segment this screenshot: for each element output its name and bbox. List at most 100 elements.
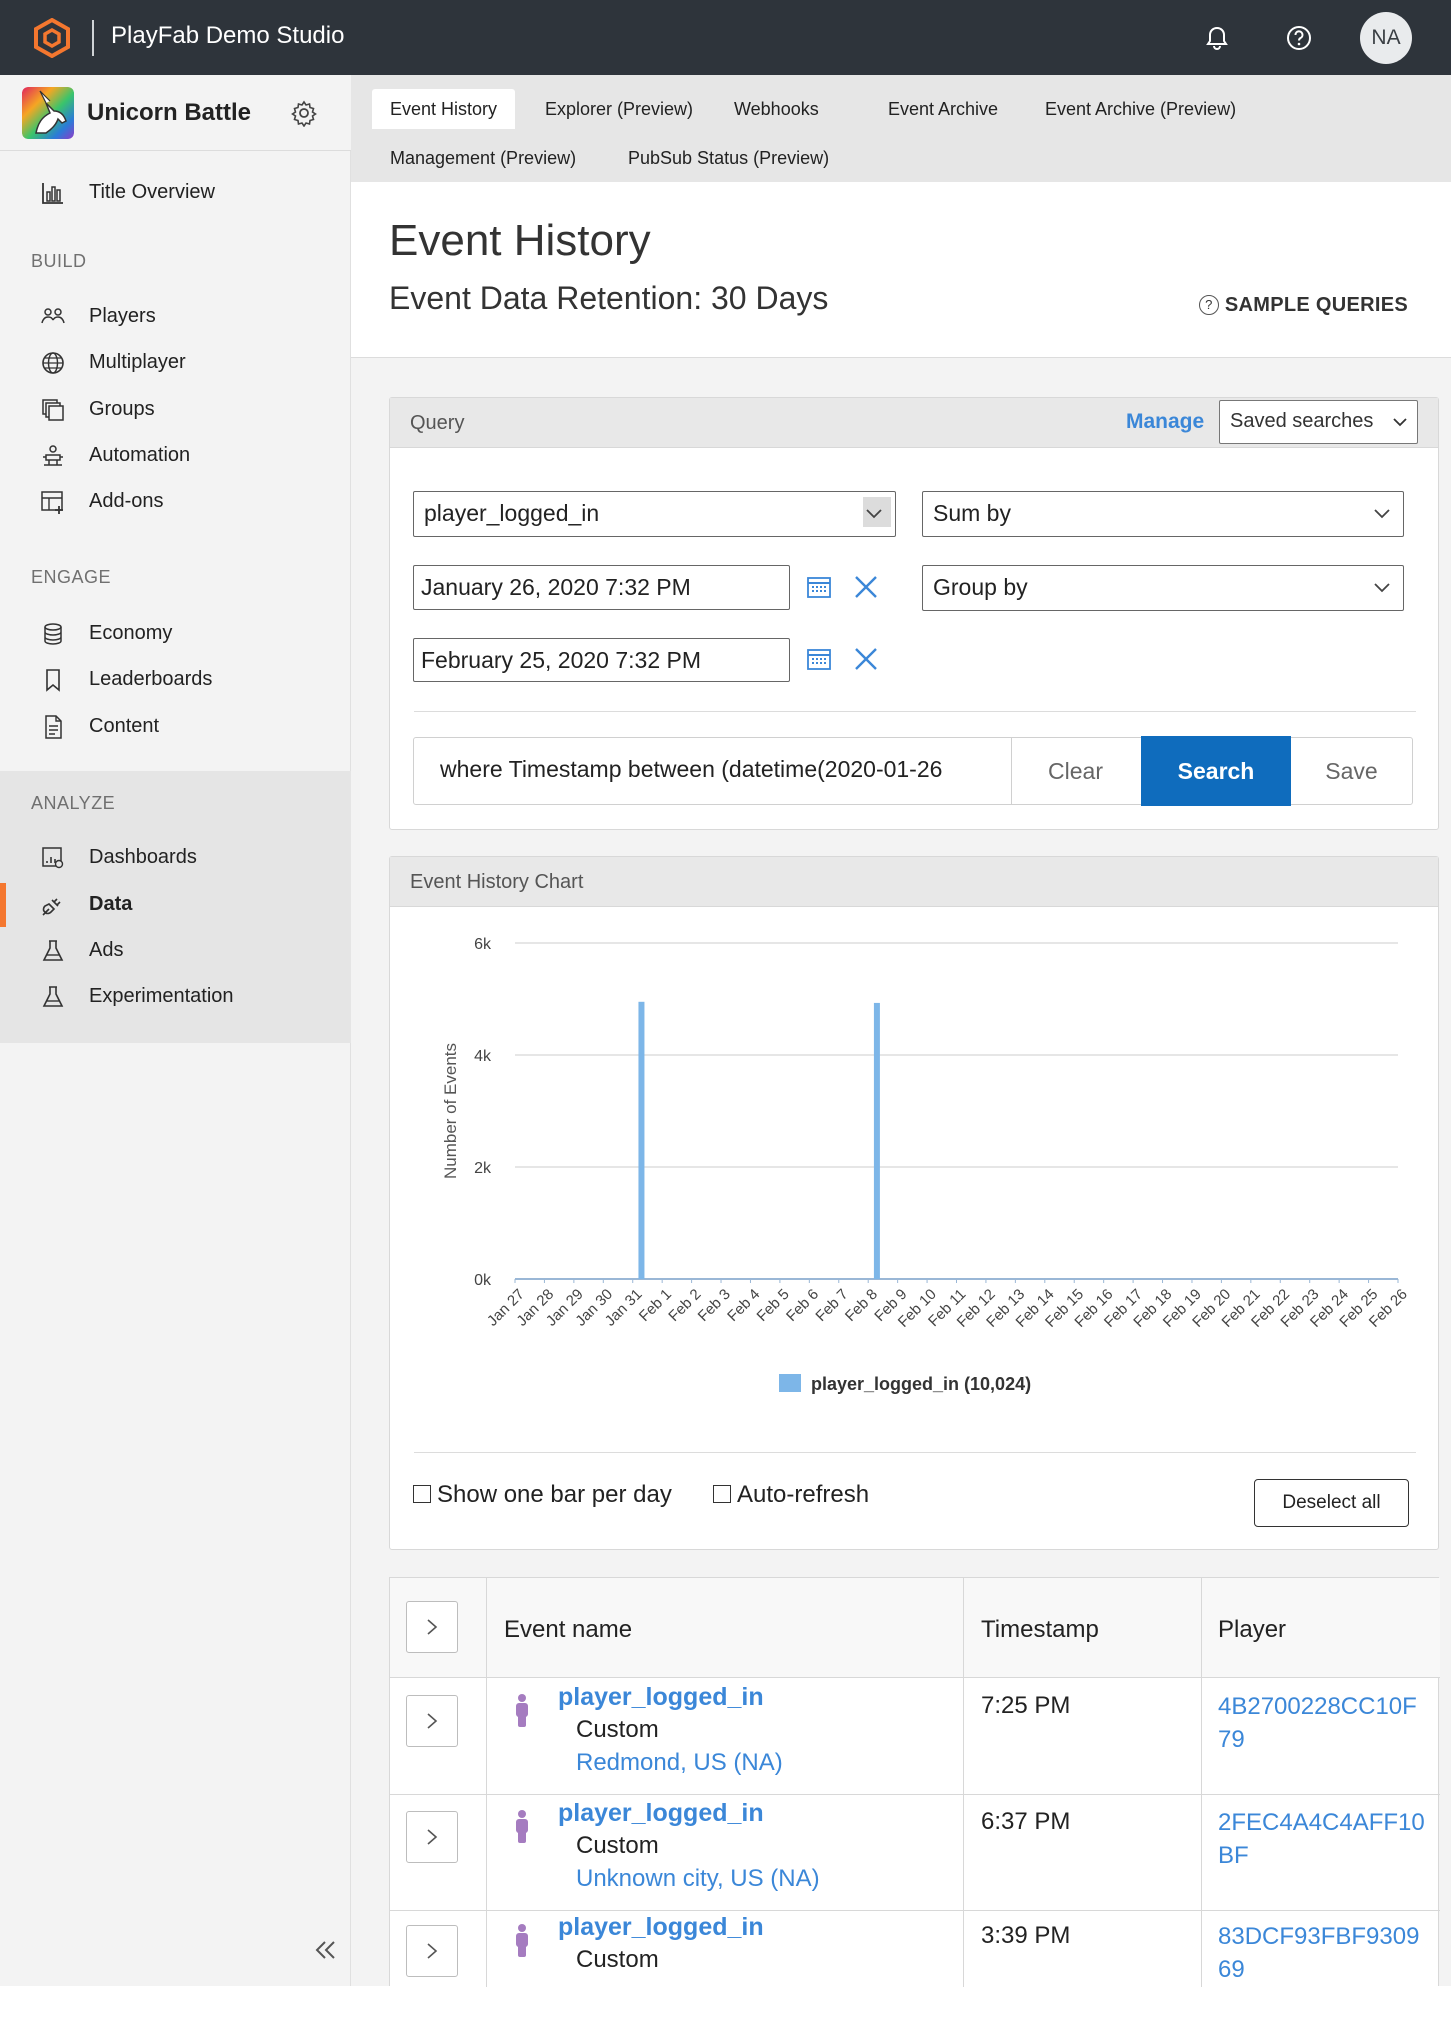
- collapse-sidebar-icon[interactable]: [310, 1935, 340, 1965]
- event-location-link[interactable]: Redmond, US (NA): [576, 1749, 783, 1777]
- tab-pubsub-status-preview[interactable]: PubSub Status (Preview): [610, 138, 847, 178]
- query-divider: [414, 711, 1416, 712]
- sidebar-item-label: Data: [89, 893, 133, 915]
- query-bar: where Timestamp between (datetime(2020-0…: [413, 736, 1413, 806]
- tab-event-archive[interactable]: Event Archive: [870, 89, 1016, 129]
- saved-searches-select[interactable]: Saved searches: [1219, 400, 1418, 444]
- sidebar-item-title-overview[interactable]: Title Overview: [0, 171, 351, 215]
- group-by-label: Group by: [933, 574, 1028, 600]
- calendar-icon[interactable]: [805, 573, 833, 601]
- player-id-link[interactable]: 2FEC4A4C4AFF10BF: [1218, 1806, 1428, 1872]
- event-location-link[interactable]: Unknown city, US (NA): [576, 1865, 820, 1893]
- gear-icon[interactable]: [290, 99, 318, 127]
- sum-by-select[interactable]: Sum by: [922, 491, 1404, 537]
- playfab-logo-icon[interactable]: [32, 18, 72, 58]
- event-timestamp: 3:39 PM: [981, 1922, 1071, 1949]
- auto-refresh-checkbox[interactable]: Auto-refresh: [713, 1481, 869, 1509]
- expand-row-button[interactable]: [406, 1695, 458, 1747]
- sidebar-item-label: Dashboards: [89, 846, 197, 868]
- show-one-bar-checkbox[interactable]: Show one bar per day: [413, 1481, 672, 1509]
- tab-event-archive-preview[interactable]: Event Archive (Preview): [1027, 89, 1254, 129]
- retention-text: Event Data Retention: 30 Days: [389, 280, 829, 316]
- page-header: Event History Event Data Retention: 30 D…: [351, 182, 1451, 358]
- expand-row-button[interactable]: [406, 1925, 458, 1977]
- globe-icon: [42, 352, 64, 374]
- group-by-select[interactable]: Group by: [922, 565, 1404, 611]
- checkbox-box[interactable]: [713, 1485, 731, 1503]
- section-analyze-label: ANALYZE: [31, 793, 116, 813]
- chevron-down-icon: [1374, 509, 1390, 519]
- start-date-input[interactable]: January 26, 2020 7:32 PM: [413, 565, 790, 610]
- start-date-value: January 26, 2020 7:32 PM: [421, 574, 691, 600]
- sidebar-item-players[interactable]: Players: [0, 295, 351, 339]
- document-icon: [45, 715, 62, 739]
- table-row: player_logged_in Custom Redmond, US (NA)…: [390, 1679, 1440, 1795]
- sidebar-item-add-ons[interactable]: Add-ons: [0, 480, 351, 524]
- tab-event-history[interactable]: Event History: [372, 89, 516, 129]
- player-id-link[interactable]: 4B2700228CC10F79: [1218, 1690, 1428, 1756]
- sidebar-item-dashboards[interactable]: Dashboards: [0, 836, 351, 880]
- sidebar-item-data[interactable]: Data: [0, 883, 351, 927]
- bell-icon[interactable]: [1201, 22, 1233, 54]
- tab-webhooks[interactable]: Webhooks: [716, 89, 837, 129]
- unicorn-battle-logo-icon[interactable]: [22, 87, 74, 139]
- header-player[interactable]: Player: [1218, 1616, 1286, 1644]
- clear-end-date-icon[interactable]: [852, 645, 880, 673]
- studio-name[interactable]: PlayFab Demo Studio: [111, 22, 344, 50]
- event-name-value: player_logged_in: [424, 500, 600, 526]
- sum-by-label: Sum by: [933, 500, 1011, 526]
- tab-management-preview[interactable]: Management (Preview): [372, 138, 594, 178]
- event-name-select[interactable]: player_logged_in: [413, 491, 896, 537]
- sidebar-item-economy[interactable]: Economy: [0, 612, 351, 656]
- plug-icon: [42, 898, 61, 916]
- user-avatar[interactable]: NA: [1360, 12, 1412, 64]
- sidebar-item-label: Title Overview: [89, 181, 215, 203]
- sidebar-item-experimentation[interactable]: Experimentation: [0, 975, 351, 1019]
- end-date-input[interactable]: February 25, 2020 7:32 PM: [413, 638, 790, 682]
- clear-button[interactable]: Clear: [1011, 738, 1139, 804]
- sidebar-item-multiplayer[interactable]: Multiplayer: [0, 341, 351, 385]
- sidebar-item-label: Experimentation: [89, 985, 234, 1007]
- sidebar-item-groups[interactable]: Groups: [0, 388, 351, 432]
- clear-start-date-icon[interactable]: [852, 573, 880, 601]
- sidebar-item-label: Content: [89, 715, 160, 737]
- person-icon: [516, 1924, 528, 1957]
- section-build-label: BUILD: [31, 251, 87, 271]
- groups-icon: [42, 399, 64, 421]
- sidebar-item-automation[interactable]: Automation: [0, 434, 351, 478]
- expand-all-button[interactable]: [406, 1601, 458, 1653]
- save-button[interactable]: Save: [1291, 738, 1412, 804]
- tab-explorer-preview[interactable]: Explorer (Preview): [527, 89, 711, 129]
- chevron-right-icon: [427, 1619, 438, 1635]
- sidebar-item-label: Leaderboards: [89, 668, 213, 690]
- event-name-link[interactable]: player_logged_in: [558, 1799, 764, 1828]
- flask-icon: [42, 940, 64, 961]
- sample-queries-label: SAMPLE QUERIES: [1224, 294, 1408, 316]
- checkbox-box[interactable]: [413, 1485, 431, 1503]
- event-name-link[interactable]: player_logged_in: [558, 1683, 764, 1712]
- sidebar-item-leaderboards[interactable]: Leaderboards: [0, 658, 351, 702]
- event-name-link[interactable]: player_logged_in: [558, 1913, 764, 1942]
- sidebar-item-ads[interactable]: Ads: [0, 929, 351, 973]
- chevron-right-icon: [427, 1943, 438, 1959]
- header-event-name[interactable]: Event name: [504, 1616, 632, 1644]
- event-timestamp: 6:37 PM: [981, 1808, 1071, 1835]
- chart-card: Event History Chart: [389, 856, 1439, 1550]
- manage-link[interactable]: Manage: [1126, 410, 1204, 434]
- header-timestamp[interactable]: Timestamp: [981, 1616, 1099, 1644]
- chevron-down-icon: [1393, 418, 1407, 427]
- table-row: player_logged_in Custom Unknown city, US…: [390, 1795, 1440, 1911]
- help-icon[interactable]: [1283, 22, 1315, 54]
- query-text-input[interactable]: where Timestamp between (datetime(2020-0…: [440, 756, 990, 783]
- calendar-icon[interactable]: [805, 645, 833, 673]
- sample-queries-link[interactable]: ? SAMPLE QUERIES: [1198, 294, 1408, 317]
- show-one-bar-label: Show one bar per day: [437, 1481, 672, 1508]
- search-button[interactable]: Search: [1141, 736, 1291, 806]
- question-icon: ?: [1198, 295, 1219, 315]
- expand-row-button[interactable]: [406, 1811, 458, 1863]
- deselect-all-button[interactable]: Deselect all: [1254, 1479, 1409, 1527]
- player-id-link[interactable]: 83DCF93FBF930969: [1218, 1920, 1428, 1986]
- sidebar-item-content[interactable]: Content: [0, 705, 351, 749]
- game-title[interactable]: Unicorn Battle: [87, 99, 251, 127]
- sidebar-item-label: Ads: [89, 939, 124, 961]
